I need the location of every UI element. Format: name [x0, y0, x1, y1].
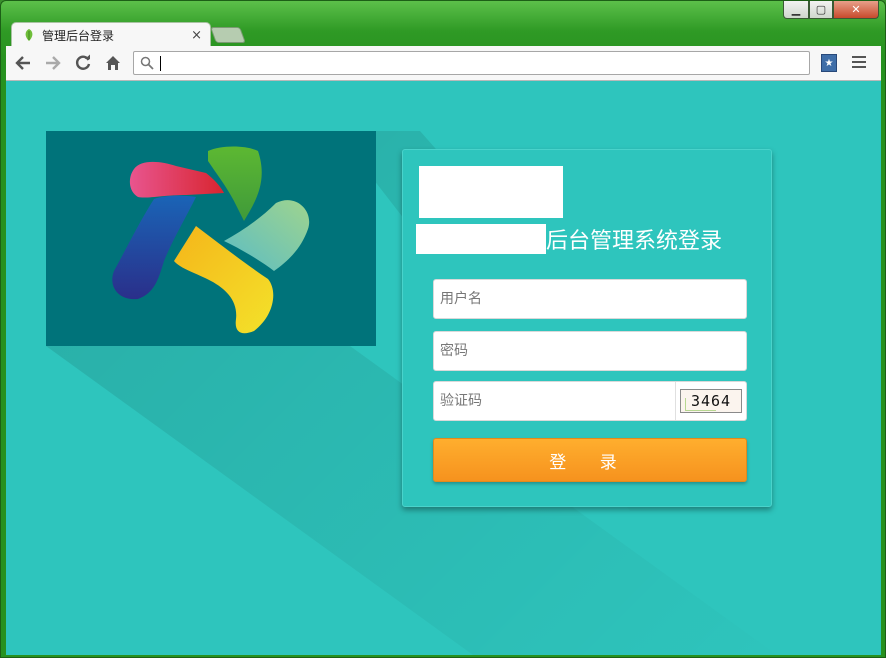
- address-bar[interactable]: [133, 51, 810, 75]
- captcha-image[interactable]: 3464: [680, 389, 742, 413]
- hamburger-menu-icon[interactable]: [852, 56, 866, 70]
- close-window-button[interactable]: ✕: [833, 1, 879, 19]
- captcha-noise: [685, 398, 716, 411]
- redacted-title-block: [416, 224, 546, 254]
- browser-toolbar: ★: [6, 46, 881, 81]
- leaf-favicon-icon: [25, 29, 33, 41]
- forward-arrow-icon[interactable]: [42, 52, 64, 74]
- page-viewport: 后台管理系统登录 3464 登 录: [6, 81, 881, 655]
- password-field[interactable]: [433, 331, 747, 371]
- browser-window: ▁ ▢ ✕ 管理后台登录 × ★ 后台管理系统登录 用户名 验证码 3464 登…: [0, 0, 886, 658]
- window-controls: ▁ ▢ ✕: [783, 1, 879, 21]
- login-title-row: 后台管理系统登录: [416, 224, 722, 254]
- back-arrow-icon[interactable]: [12, 52, 34, 74]
- captcha-input[interactable]: [434, 382, 676, 420]
- tab-close-button[interactable]: ×: [191, 28, 202, 43]
- password-input[interactable]: [434, 332, 746, 370]
- home-icon[interactable]: [102, 52, 124, 74]
- login-card: 后台管理系统登录 3464 登 录: [402, 149, 772, 507]
- bookmark-extension-icon[interactable]: ★: [821, 54, 837, 72]
- minimize-button[interactable]: ▁: [783, 1, 809, 19]
- new-tab-button[interactable]: [210, 27, 246, 43]
- login-button[interactable]: 登 录: [433, 438, 747, 482]
- search-icon: [140, 56, 154, 70]
- address-input[interactable]: [162, 53, 806, 75]
- captcha-divider: [675, 382, 676, 420]
- text-caret: [160, 56, 161, 71]
- captcha-field[interactable]: 3464: [433, 381, 747, 421]
- logo-panel: [46, 131, 376, 346]
- username-input[interactable]: [434, 280, 746, 318]
- redacted-logo-block: [419, 166, 563, 218]
- tab-title: 管理后台登录: [42, 28, 115, 43]
- username-field[interactable]: [433, 279, 747, 319]
- browser-tab[interactable]: 管理后台登录 ×: [11, 22, 211, 47]
- pinwheel-logo-icon: [112, 146, 310, 334]
- login-title: 后台管理系统登录: [546, 229, 723, 254]
- reload-icon[interactable]: [72, 52, 94, 74]
- maximize-button[interactable]: ▢: [809, 1, 833, 19]
